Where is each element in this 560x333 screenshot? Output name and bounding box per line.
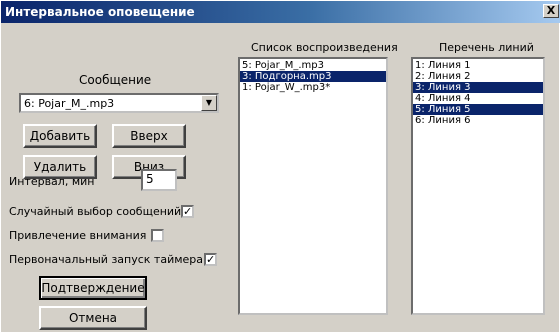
line-item[interactable]: 6: Линия 6 — [413, 115, 543, 126]
title-bar: Интервальное оповещение X — [1, 1, 560, 23]
timer-option-checkbox[interactable]: ✓ — [204, 253, 217, 266]
message-select[interactable]: 6: Pojar_M_.mp3 ▼ — [19, 93, 219, 113]
line-item[interactable]: 1: Линия 1 — [413, 60, 543, 71]
attention-option-label: Привлечение внимания — [9, 229, 147, 242]
chevron-down-icon[interactable]: ▼ — [201, 95, 217, 111]
attention-option-checkbox[interactable] — [151, 229, 164, 242]
playlist-item[interactable]: 5: Pojar_M_.mp3 — [240, 60, 386, 71]
up-button[interactable]: Вверх — [112, 124, 186, 148]
message-label: Сообщение — [79, 73, 152, 87]
interval-label: Интервал, мин — [9, 175, 95, 188]
message-select-value: 6: Pojar_M_.mp3 — [24, 97, 115, 110]
line-item[interactable]: 3: Линия 3 — [413, 82, 543, 93]
playlist-item[interactable]: 1: Pojar_W_.mp3* — [240, 82, 386, 93]
random-option-checkbox[interactable]: ✓ — [181, 205, 194, 218]
confirm-button[interactable]: Подтверждение — [39, 276, 147, 300]
cancel-button[interactable]: Отмена — [39, 306, 147, 330]
add-button[interactable]: Добавить — [23, 124, 97, 148]
line-item[interactable]: 5: Линия 5 — [413, 104, 543, 115]
playlist-item[interactable]: 3: Подгорна.mp3 — [240, 71, 386, 82]
playlist-header: Список воспроизведения — [251, 41, 398, 54]
playlist-listbox[interactable]: 5: Pojar_M_.mp3 3: Подгорна.mp3 1: Pojar_W… — [238, 57, 388, 315]
line-item[interactable]: 2: Линия 2 — [413, 71, 543, 82]
interval-input[interactable]: 5 — [141, 169, 177, 191]
lines-listbox[interactable]: 1: Линия 1 2: Линия 2 3: Линия 3 4: Линия 4… — [411, 57, 545, 315]
timer-option-label: Первоначальный запуск таймера — [9, 253, 204, 266]
line-item[interactable]: 4: Линия 4 — [413, 93, 543, 104]
close-button[interactable]: X — [543, 4, 559, 18]
lines-header: Перечень линий — [439, 41, 534, 54]
dialog-window: Интервальное оповещение X Сообщение 6: P… — [0, 0, 560, 333]
window-title: Интервальное оповещение — [5, 5, 195, 19]
random-option-label: Случайный выбор сообщений — [9, 205, 182, 218]
